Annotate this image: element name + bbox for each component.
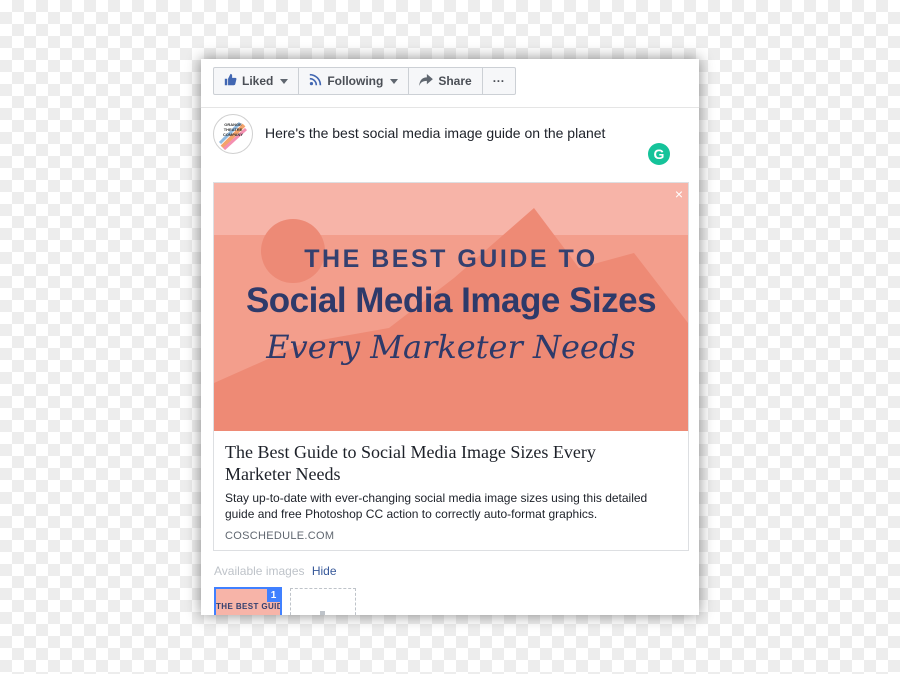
hero-line-3: Every Marketer Needs (266, 328, 636, 366)
available-images-row: Available images Hide (214, 564, 337, 578)
link-preview[interactable]: THE BEST GUIDE TO Social Media Image Siz… (213, 182, 689, 551)
following-button[interactable]: Following (299, 68, 410, 94)
rss-icon (309, 73, 322, 89)
available-images-label: Available images (214, 564, 305, 578)
hero-line-2: Social Media Image Sizes (245, 281, 657, 320)
liked-button[interactable]: Liked (214, 68, 300, 94)
divider (201, 107, 699, 108)
avatar[interactable]: ORANGE THEATRE COMPANY (213, 114, 253, 154)
thumbs-up-icon (224, 73, 237, 89)
share-arrow-icon (419, 73, 434, 89)
liked-label: Liked (242, 74, 274, 88)
share-label: Share (438, 74, 472, 88)
link-domain: COSCHEDULE.COM (225, 530, 335, 542)
grammarly-icon[interactable]: G (648, 143, 670, 165)
image-thumbnail-selected[interactable]: THE BEST GUIDE TO 1 (214, 587, 282, 615)
share-button[interactable]: Share (409, 68, 483, 94)
avatar-text: ORANGE THEATRE COMPANY (222, 122, 244, 137)
add-image-slot[interactable] (290, 588, 356, 615)
caret-down-icon (390, 78, 399, 84)
ellipsis-icon: ··· (492, 74, 505, 88)
close-icon[interactable]: × (675, 186, 683, 202)
add-icon (320, 611, 325, 615)
thumbnail-text: THE BEST GUIDE TO (216, 602, 280, 611)
post-composer-card: Liked Following Share ··· ORANGE THEATRE (201, 59, 699, 615)
more-options-button[interactable]: ··· (483, 68, 515, 94)
caret-down-icon (280, 78, 289, 84)
hide-link[interactable]: Hide (312, 564, 337, 578)
link-description: Stay up-to-date with ever-changing socia… (225, 491, 648, 521)
following-label: Following (327, 74, 384, 88)
link-preview-image: THE BEST GUIDE TO Social Media Image Siz… (214, 183, 688, 431)
thumbnail-count-badge: 1 (267, 589, 280, 602)
post-text-input[interactable]: Here's the best social media image guide… (265, 125, 605, 141)
hero-line-1: THE BEST GUIDE TO (304, 245, 598, 273)
link-title[interactable]: The Best Guide to Social Media Image Siz… (225, 441, 665, 485)
action-bar: Liked Following Share ··· (213, 67, 516, 95)
